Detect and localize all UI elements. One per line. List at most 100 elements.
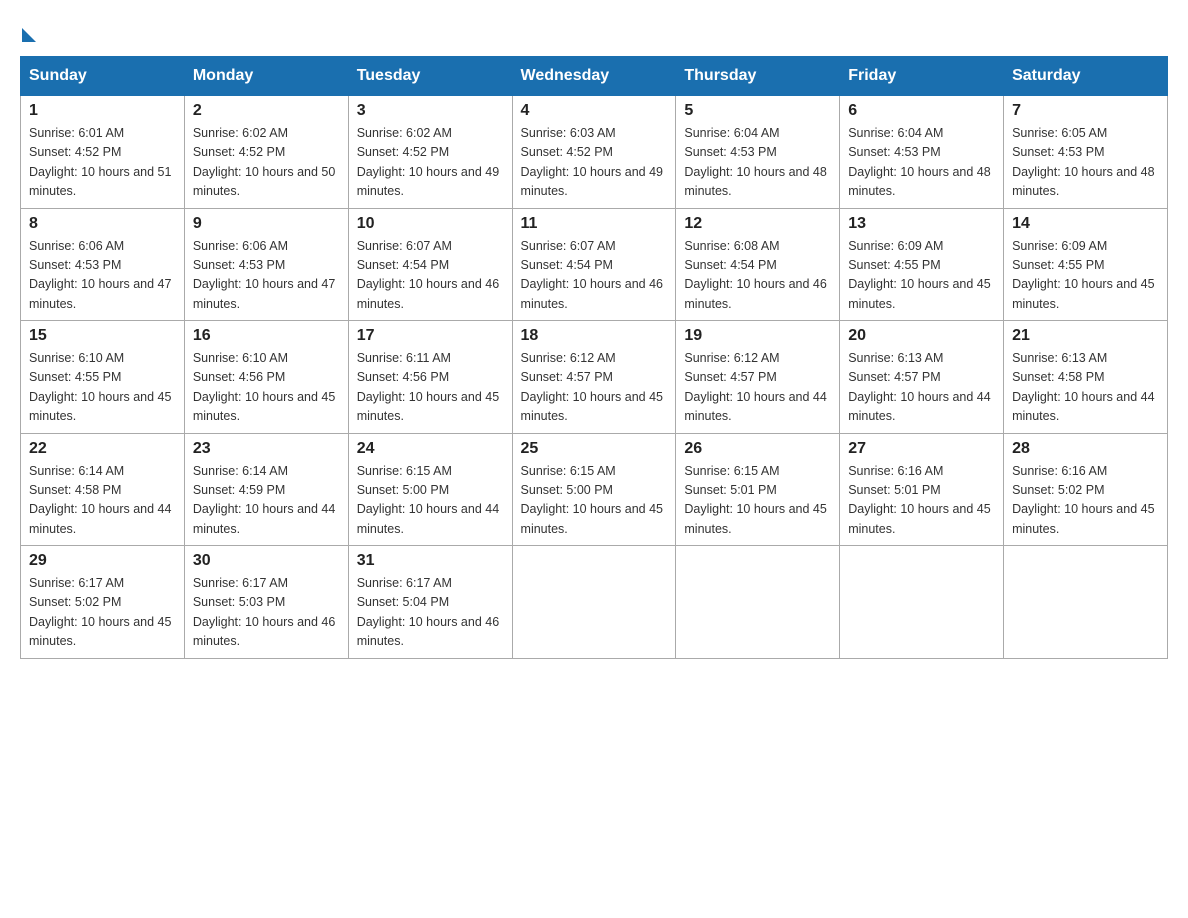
calendar-header-row: SundayMondayTuesdayWednesdayThursdayFrid… (21, 57, 1168, 96)
day-number: 22 (29, 440, 176, 458)
calendar-day-cell: 13 Sunrise: 6:09 AMSunset: 4:55 PMDaylig… (840, 208, 1004, 321)
calendar-day-cell: 20 Sunrise: 6:13 AMSunset: 4:57 PMDaylig… (840, 321, 1004, 434)
day-number: 10 (357, 215, 504, 233)
calendar-day-cell (840, 546, 1004, 659)
calendar-day-cell: 22 Sunrise: 6:14 AMSunset: 4:58 PMDaylig… (21, 433, 185, 546)
day-number: 18 (521, 327, 668, 345)
calendar-day-cell: 2 Sunrise: 6:02 AMSunset: 4:52 PMDayligh… (184, 96, 348, 209)
day-info: Sunrise: 6:07 AMSunset: 4:54 PMDaylight:… (521, 239, 663, 311)
day-info: Sunrise: 6:09 AMSunset: 4:55 PMDaylight:… (1012, 239, 1154, 311)
day-number: 13 (848, 215, 995, 233)
logo-arrow-icon (22, 28, 36, 42)
day-info: Sunrise: 6:15 AMSunset: 5:00 PMDaylight:… (357, 464, 499, 536)
day-info: Sunrise: 6:08 AMSunset: 4:54 PMDaylight:… (684, 239, 826, 311)
day-number: 30 (193, 552, 340, 570)
header-friday: Friday (840, 57, 1004, 96)
day-number: 2 (193, 102, 340, 120)
day-info: Sunrise: 6:02 AMSunset: 4:52 PMDaylight:… (357, 126, 499, 198)
calendar-week-2: 8 Sunrise: 6:06 AMSunset: 4:53 PMDayligh… (21, 208, 1168, 321)
day-number: 12 (684, 215, 831, 233)
day-info: Sunrise: 6:13 AMSunset: 4:57 PMDaylight:… (848, 351, 990, 423)
calendar-day-cell: 28 Sunrise: 6:16 AMSunset: 5:02 PMDaylig… (1004, 433, 1168, 546)
day-number: 21 (1012, 327, 1159, 345)
day-info: Sunrise: 6:16 AMSunset: 5:02 PMDaylight:… (1012, 464, 1154, 536)
calendar-day-cell: 5 Sunrise: 6:04 AMSunset: 4:53 PMDayligh… (676, 96, 840, 209)
day-number: 20 (848, 327, 995, 345)
calendar-table: SundayMondayTuesdayWednesdayThursdayFrid… (20, 56, 1168, 659)
calendar-day-cell (676, 546, 840, 659)
header-tuesday: Tuesday (348, 57, 512, 96)
header-saturday: Saturday (1004, 57, 1168, 96)
day-number: 9 (193, 215, 340, 233)
day-info: Sunrise: 6:09 AMSunset: 4:55 PMDaylight:… (848, 239, 990, 311)
day-info: Sunrise: 6:05 AMSunset: 4:53 PMDaylight:… (1012, 126, 1154, 198)
day-number: 8 (29, 215, 176, 233)
day-info: Sunrise: 6:16 AMSunset: 5:01 PMDaylight:… (848, 464, 990, 536)
day-info: Sunrise: 6:10 AMSunset: 4:55 PMDaylight:… (29, 351, 171, 423)
calendar-day-cell: 27 Sunrise: 6:16 AMSunset: 5:01 PMDaylig… (840, 433, 1004, 546)
day-number: 25 (521, 440, 668, 458)
calendar-week-4: 22 Sunrise: 6:14 AMSunset: 4:58 PMDaylig… (21, 433, 1168, 546)
page-header (20, 20, 1168, 36)
day-info: Sunrise: 6:17 AMSunset: 5:02 PMDaylight:… (29, 576, 171, 648)
day-number: 3 (357, 102, 504, 120)
day-number: 28 (1012, 440, 1159, 458)
day-number: 14 (1012, 215, 1159, 233)
calendar-day-cell: 3 Sunrise: 6:02 AMSunset: 4:52 PMDayligh… (348, 96, 512, 209)
calendar-day-cell: 12 Sunrise: 6:08 AMSunset: 4:54 PMDaylig… (676, 208, 840, 321)
day-info: Sunrise: 6:15 AMSunset: 5:01 PMDaylight:… (684, 464, 826, 536)
day-info: Sunrise: 6:02 AMSunset: 4:52 PMDaylight:… (193, 126, 335, 198)
day-number: 26 (684, 440, 831, 458)
calendar-day-cell: 10 Sunrise: 6:07 AMSunset: 4:54 PMDaylig… (348, 208, 512, 321)
calendar-day-cell: 11 Sunrise: 6:07 AMSunset: 4:54 PMDaylig… (512, 208, 676, 321)
day-info: Sunrise: 6:12 AMSunset: 4:57 PMDaylight:… (684, 351, 826, 423)
calendar-day-cell: 26 Sunrise: 6:15 AMSunset: 5:01 PMDaylig… (676, 433, 840, 546)
day-number: 29 (29, 552, 176, 570)
calendar-day-cell: 17 Sunrise: 6:11 AMSunset: 4:56 PMDaylig… (348, 321, 512, 434)
day-number: 31 (357, 552, 504, 570)
calendar-day-cell (1004, 546, 1168, 659)
day-info: Sunrise: 6:03 AMSunset: 4:52 PMDaylight:… (521, 126, 663, 198)
day-number: 15 (29, 327, 176, 345)
day-info: Sunrise: 6:11 AMSunset: 4:56 PMDaylight:… (357, 351, 499, 423)
day-number: 16 (193, 327, 340, 345)
day-info: Sunrise: 6:17 AMSunset: 5:03 PMDaylight:… (193, 576, 335, 648)
day-number: 24 (357, 440, 504, 458)
calendar-day-cell: 7 Sunrise: 6:05 AMSunset: 4:53 PMDayligh… (1004, 96, 1168, 209)
day-info: Sunrise: 6:14 AMSunset: 4:58 PMDaylight:… (29, 464, 171, 536)
day-number: 11 (521, 215, 668, 233)
day-info: Sunrise: 6:06 AMSunset: 4:53 PMDaylight:… (193, 239, 335, 311)
header-sunday: Sunday (21, 57, 185, 96)
header-monday: Monday (184, 57, 348, 96)
calendar-week-5: 29 Sunrise: 6:17 AMSunset: 5:02 PMDaylig… (21, 546, 1168, 659)
calendar-day-cell: 24 Sunrise: 6:15 AMSunset: 5:00 PMDaylig… (348, 433, 512, 546)
calendar-day-cell: 15 Sunrise: 6:10 AMSunset: 4:55 PMDaylig… (21, 321, 185, 434)
calendar-day-cell: 18 Sunrise: 6:12 AMSunset: 4:57 PMDaylig… (512, 321, 676, 434)
day-info: Sunrise: 6:07 AMSunset: 4:54 PMDaylight:… (357, 239, 499, 311)
day-number: 19 (684, 327, 831, 345)
day-info: Sunrise: 6:04 AMSunset: 4:53 PMDaylight:… (684, 126, 826, 198)
header-wednesday: Wednesday (512, 57, 676, 96)
day-number: 5 (684, 102, 831, 120)
calendar-day-cell: 25 Sunrise: 6:15 AMSunset: 5:00 PMDaylig… (512, 433, 676, 546)
calendar-day-cell: 9 Sunrise: 6:06 AMSunset: 4:53 PMDayligh… (184, 208, 348, 321)
day-info: Sunrise: 6:14 AMSunset: 4:59 PMDaylight:… (193, 464, 335, 536)
calendar-week-3: 15 Sunrise: 6:10 AMSunset: 4:55 PMDaylig… (21, 321, 1168, 434)
day-number: 1 (29, 102, 176, 120)
day-number: 17 (357, 327, 504, 345)
day-info: Sunrise: 6:04 AMSunset: 4:53 PMDaylight:… (848, 126, 990, 198)
calendar-day-cell: 14 Sunrise: 6:09 AMSunset: 4:55 PMDaylig… (1004, 208, 1168, 321)
day-info: Sunrise: 6:10 AMSunset: 4:56 PMDaylight:… (193, 351, 335, 423)
calendar-day-cell (512, 546, 676, 659)
calendar-day-cell: 16 Sunrise: 6:10 AMSunset: 4:56 PMDaylig… (184, 321, 348, 434)
calendar-day-cell: 6 Sunrise: 6:04 AMSunset: 4:53 PMDayligh… (840, 96, 1004, 209)
day-info: Sunrise: 6:12 AMSunset: 4:57 PMDaylight:… (521, 351, 663, 423)
calendar-day-cell: 30 Sunrise: 6:17 AMSunset: 5:03 PMDaylig… (184, 546, 348, 659)
day-number: 4 (521, 102, 668, 120)
calendar-day-cell: 21 Sunrise: 6:13 AMSunset: 4:58 PMDaylig… (1004, 321, 1168, 434)
day-info: Sunrise: 6:13 AMSunset: 4:58 PMDaylight:… (1012, 351, 1154, 423)
calendar-day-cell: 8 Sunrise: 6:06 AMSunset: 4:53 PMDayligh… (21, 208, 185, 321)
day-info: Sunrise: 6:17 AMSunset: 5:04 PMDaylight:… (357, 576, 499, 648)
calendar-day-cell: 29 Sunrise: 6:17 AMSunset: 5:02 PMDaylig… (21, 546, 185, 659)
day-info: Sunrise: 6:01 AMSunset: 4:52 PMDaylight:… (29, 126, 171, 198)
